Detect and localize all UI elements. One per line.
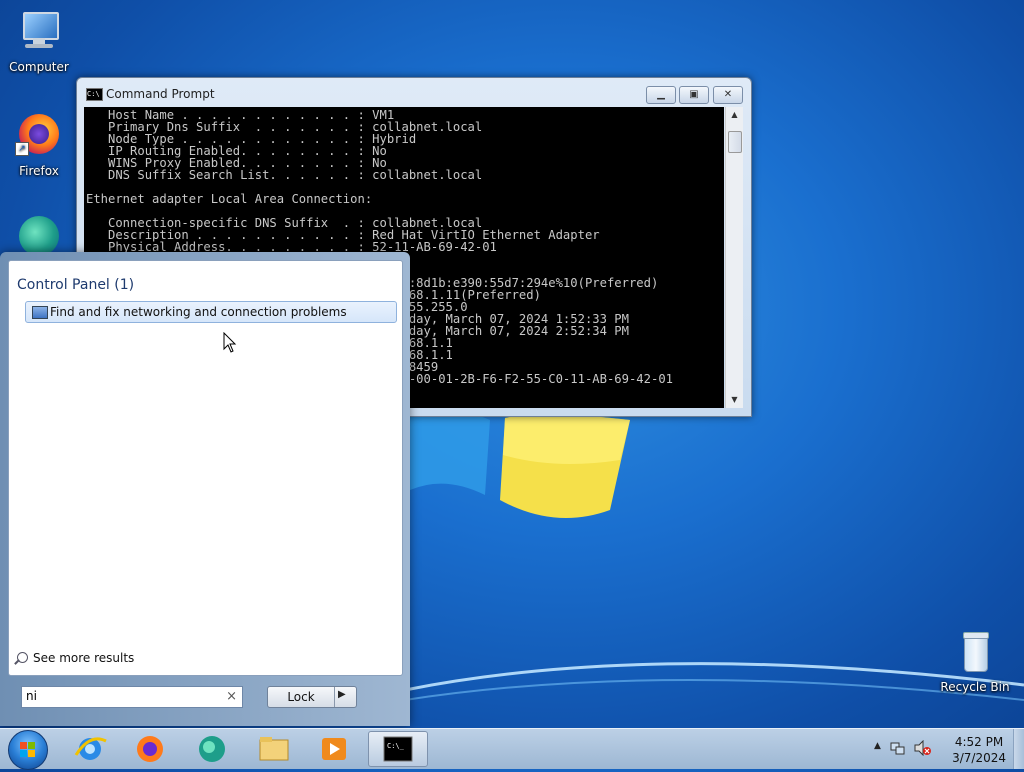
internet-explorer-icon — [74, 737, 107, 760]
show-desktop-button[interactable] — [1013, 729, 1024, 769]
taskbar-media-player[interactable] — [306, 731, 362, 767]
clear-search-icon[interactable]: × — [226, 689, 237, 704]
clock-date: 3/7/2024 — [952, 751, 1006, 765]
command-prompt-icon: C:\_ — [383, 736, 413, 762]
file-explorer-icon — [259, 737, 289, 761]
show-hidden-icons-icon[interactable]: ▲ — [874, 741, 881, 751]
start-search-input[interactable] — [22, 687, 220, 705]
taskbar-edge[interactable] — [184, 731, 240, 767]
windows-flag-icon — [20, 742, 35, 757]
search-result-label: Find and fix networking and connection p… — [50, 305, 347, 319]
clock[interactable]: 4:52 PM 3/7/2024 — [952, 734, 1006, 766]
taskbar-firefox[interactable] — [122, 731, 178, 767]
desktop-icon-label: Computer — [9, 60, 69, 74]
scroll-down-arrow-icon[interactable]: ▼ — [726, 392, 743, 408]
taskbar-command-prompt[interactable]: C:\_ — [368, 731, 428, 767]
firefox-icon: ↗ — [15, 112, 63, 160]
network-icon[interactable] — [890, 740, 906, 756]
desktop-icon-computer[interactable]: Computer — [1, 8, 77, 74]
system-tray: ▲ 4:52 PM 3/7/2024 — [864, 729, 1024, 769]
start-button[interactable] — [8, 730, 48, 770]
lock-button-label: Lock — [287, 690, 315, 704]
search-result-item[interactable]: Find and fix networking and connection p… — [25, 301, 397, 323]
maximize-button[interactable]: ▣ — [679, 86, 709, 104]
command-prompt-icon: C:\ — [86, 88, 103, 101]
power-options-arrow-icon[interactable]: ▶ — [338, 689, 346, 700]
search-results-panel: Control Panel (1) Find and fix networkin… — [8, 260, 403, 676]
scroll-up-arrow-icon[interactable]: ▲ — [726, 107, 743, 123]
lock-button[interactable]: Lock ▶ — [267, 686, 357, 708]
desktop-icon-label: Firefox — [19, 164, 59, 178]
clock-time: 4:52 PM — [954, 735, 1004, 749]
see-more-results-link[interactable]: See more results — [17, 651, 134, 665]
vertical-scrollbar[interactable]: ▲ ▼ — [725, 107, 743, 408]
desktop-icon-firefox[interactable]: ↗ Firefox — [1, 112, 77, 178]
recycle-bin-icon — [951, 628, 999, 676]
scroll-thumb[interactable] — [728, 131, 742, 153]
results-section-header[interactable]: Control Panel (1) — [17, 277, 134, 293]
minimize-button[interactable]: ▁ — [646, 86, 676, 104]
window-titlebar[interactable]: C:\ Command Prompt ▁ ▣ ✕ — [77, 78, 751, 108]
start-menu: Control Panel (1) Find and fix networkin… — [0, 252, 410, 726]
close-button[interactable]: ✕ — [713, 86, 743, 104]
desktop-icon-label: Recycle Bin — [940, 680, 1010, 694]
computer-icon — [15, 8, 63, 56]
start-search-box[interactable]: × — [21, 686, 243, 708]
wallpaper-swoosh — [405, 662, 1024, 701]
windows-logo-wallpaper — [410, 408, 630, 518]
mouse-cursor-icon — [223, 332, 237, 353]
svg-text:C:\_: C:\_ — [387, 742, 405, 750]
taskbar-internet-explorer[interactable] — [62, 731, 118, 767]
media-player-icon — [322, 738, 346, 760]
magnifier-icon — [17, 652, 28, 663]
taskbar: C:\_ ▲ 4:52 PM 3/7/2024 — [0, 728, 1024, 770]
edge-icon — [199, 736, 225, 762]
desktop-icon-recycle-bin[interactable]: Recycle Bin — [937, 628, 1013, 694]
taskbar-file-explorer[interactable] — [246, 731, 302, 767]
see-more-label: See more results — [33, 651, 135, 665]
volume-muted-icon[interactable] — [914, 740, 932, 756]
control-panel-icon — [32, 306, 48, 319]
window-title: Command Prompt — [106, 87, 215, 101]
firefox-icon — [137, 736, 163, 762]
